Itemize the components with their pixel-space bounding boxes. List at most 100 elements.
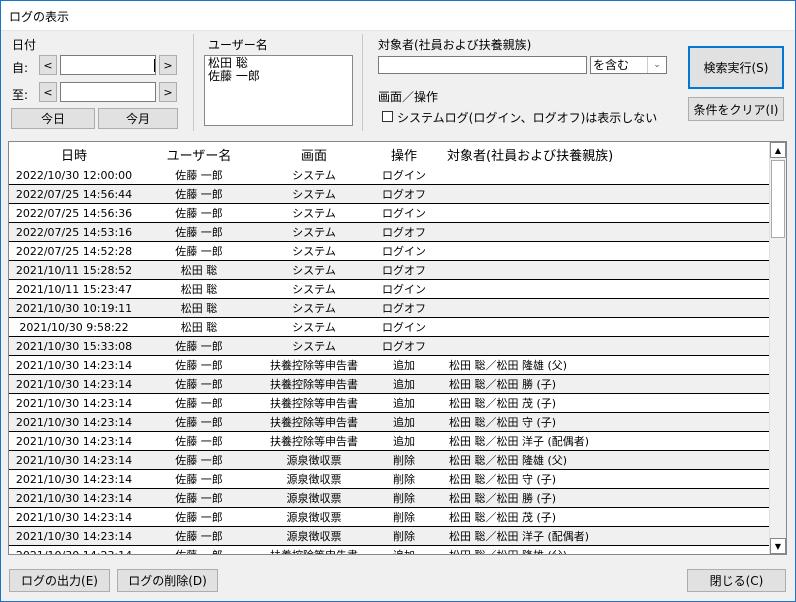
cell-screen: 扶養控除等申告書 <box>259 547 369 554</box>
cell-datetime: 2022/10/30 12:00:00 <box>15 168 133 182</box>
close-button[interactable]: 閉じる(C) <box>687 569 786 592</box>
window-title: ログの表示 <box>9 10 70 24</box>
cell-datetime: 2021/10/30 14:23:14 <box>15 548 133 555</box>
cell-operation: 追加 <box>393 435 415 448</box>
user-heading: ユーザー名 <box>208 38 268 52</box>
table-row[interactable]: 2021/10/30 14:23:14 佐藤 一郎 源泉徴収票 削除 松田 聡／松田 茂… <box>9 508 771 527</box>
table-row[interactable]: 2021/10/30 14:23:14佐藤 一郎扶養控除等申告書追加松田 聡／松… <box>9 432 771 451</box>
cell-screen: 扶養控除等申告書 <box>270 435 358 448</box>
date-to-input[interactable] <box>60 82 156 102</box>
cell-operation: 削除 <box>393 454 415 467</box>
cell-screen: システム <box>292 245 336 258</box>
column-header[interactable]: 日時 <box>9 145 139 164</box>
cell-screen: 源泉徴収票 <box>286 530 342 543</box>
cell-user: 松田 聡 <box>180 302 218 315</box>
cell-screen: 扶養控除等申告書 <box>270 416 358 429</box>
table-row[interactable]: 2021/10/30 15:33:08 佐藤 一郎 システム ログオフ <box>9 337 771 356</box>
scrollbar-thumb[interactable] <box>771 160 785 238</box>
cell-user: 佐藤 一郎 <box>175 245 223 258</box>
cell-operation: 追加 <box>393 397 415 410</box>
user-list-item[interactable]: 佐藤 一郎 <box>208 70 349 83</box>
date-from-prev-button[interactable]: < <box>39 55 57 75</box>
table-row[interactable]: 2021/10/30 14:23:14佐藤 一郎扶養控除等申告書追加松田 聡／松… <box>9 413 771 432</box>
cell-operation: ログオフ <box>382 302 426 315</box>
date-to-next-button[interactable]: > <box>159 82 177 102</box>
cell-user: 佐藤 一郎 <box>175 169 223 182</box>
vertical-scrollbar[interactable]: ▲ ▼ <box>769 142 786 554</box>
target-input[interactable] <box>378 56 587 74</box>
column-header[interactable]: 対象者(社員および扶養親族) <box>439 145 767 164</box>
table-row[interactable]: 2021/10/30 14:23:14 佐藤 一郎 源泉徴収票 削除 松田 聡／松田 隆… <box>9 451 771 470</box>
cell-user: 佐藤 一郎 <box>175 378 223 391</box>
user-listbox[interactable]: 松田 聡 佐藤 一郎 <box>204 55 353 126</box>
cell-datetime: 2021/10/30 14:23:14 <box>15 415 133 429</box>
cell-datetime: 2021/10/30 9:58:22 <box>19 320 129 334</box>
cell-user: 佐藤 一郎 <box>175 416 223 429</box>
table-row[interactable]: 2022/10/30 12:00:00 佐藤 一郎 システム ログイン <box>9 166 771 185</box>
system-log-checkbox-label[interactable]: システムログ(ログイン、ログオフ)は表示しない <box>397 109 657 126</box>
cell-datetime: 2021/10/30 14:23:14 <box>15 434 133 448</box>
cell-operation: 追加 <box>393 378 415 391</box>
delete-log-button[interactable]: ログの削除(D) <box>117 569 218 592</box>
cell-target: 松田 聡／松田 隆雄 (父) <box>439 547 769 554</box>
cell-user: 佐藤 一郎 <box>175 188 223 201</box>
table-row[interactable]: 2022/07/25 14:52:28 佐藤 一郎 システム ログイン <box>9 242 771 261</box>
date-to-label: 至: <box>12 88 29 102</box>
cell-datetime: 2021/10/11 15:23:47 <box>15 282 133 296</box>
table-row[interactable]: 2021/10/30 14:23:14 佐藤 一郎 源泉徴収票 削除 松田 聡／松田 洋… <box>9 527 771 546</box>
today-button[interactable]: 今日 <box>11 108 95 129</box>
table-row[interactable]: 2021/10/30 10:19:11 松田 聡 システム ログオフ <box>9 299 771 318</box>
cell-datetime: 2021/10/30 14:23:14 <box>15 510 133 524</box>
date-to-prev-button[interactable]: < <box>39 82 57 102</box>
cell-user: 佐藤 一郎 <box>175 473 223 486</box>
cell-operation: 追加 <box>369 547 439 554</box>
system-log-checkbox[interactable] <box>382 111 393 122</box>
export-log-button[interactable]: ログの出力(E) <box>9 569 110 592</box>
table-row[interactable]: 2021/10/30 14:23:14佐藤 一郎扶養控除等申告書追加松田 聡／松… <box>9 356 771 375</box>
column-header[interactable]: 画面 <box>259 145 369 164</box>
log-table[interactable]: 日時 ユーザー名 画面 操作 対象者(社員および扶養親族) 2022/10/30… <box>8 141 787 555</box>
cell-screen: システム <box>292 169 336 182</box>
column-header[interactable]: 操作 <box>369 145 439 164</box>
cell-operation: ログオフ <box>382 226 426 239</box>
cell-operation: 追加 <box>393 416 415 429</box>
chevron-down-icon[interactable]: ⌄ <box>647 57 666 73</box>
search-button[interactable]: 検索実行(S) <box>688 46 784 89</box>
table-row[interactable]: 2021/10/30 14:23:14佐藤 一郎扶養控除等申告書追加松田 聡／松… <box>9 546 771 555</box>
table-row[interactable]: 2021/10/30 9:58:22 松田 聡 システム ログイン <box>9 318 771 337</box>
table-row[interactable]: 2021/10/30 14:23:14 佐藤 一郎 源泉徴収票 削除 松田 聡／松田 勝… <box>9 489 771 508</box>
cell-target: 松田 聡／松田 隆雄 (父) <box>449 454 568 467</box>
table-row[interactable]: 2022/07/25 14:56:44 佐藤 一郎 システム ログオフ <box>9 185 771 204</box>
cell-datetime: 2021/10/30 14:23:14 <box>15 396 133 410</box>
cell-operation: ログオフ <box>382 264 426 277</box>
date-from-next-button[interactable]: > <box>159 55 177 75</box>
cell-screen: 源泉徴収票 <box>286 511 342 524</box>
scroll-down-arrow-icon[interactable]: ▼ <box>770 538 786 554</box>
table-row[interactable]: 2021/10/11 15:23:47 松田 聡 システム ログイン <box>9 280 771 299</box>
table-row[interactable]: 2022/07/25 14:56:36 佐藤 一郎 システム ログイン <box>9 204 771 223</box>
match-select[interactable]: を含む ⌄ <box>590 56 667 74</box>
table-row[interactable]: 2022/07/25 14:53:16 佐藤 一郎 システム ログオフ <box>9 223 771 242</box>
clear-conditions-button[interactable]: 条件をクリア(I) <box>688 97 784 121</box>
cell-operation: ログイン <box>382 321 426 334</box>
cell-user: 佐藤 一郎 <box>175 397 223 410</box>
cell-target: 松田 聡／松田 洋子 (配偶者) <box>449 435 590 448</box>
cell-datetime: 2021/10/30 15:33:08 <box>15 339 133 353</box>
cell-user: 佐藤 一郎 <box>175 359 223 372</box>
scroll-up-arrow-icon[interactable]: ▲ <box>770 142 786 158</box>
table-row[interactable]: 2021/10/30 14:23:14佐藤 一郎扶養控除等申告書追加松田 聡／松… <box>9 375 771 394</box>
cell-user: 佐藤 一郎 <box>175 226 223 239</box>
separator <box>193 34 194 131</box>
cell-screen: 扶養控除等申告書 <box>270 378 358 391</box>
cell-screen: 源泉徴収票 <box>286 473 342 486</box>
cell-datetime: 2021/10/11 15:28:52 <box>15 263 133 277</box>
cell-user: 松田 聡 <box>180 264 218 277</box>
table-row[interactable]: 2021/10/11 15:28:52 松田 聡 システム ログオフ <box>9 261 771 280</box>
table-row[interactable]: 2021/10/30 14:23:14 佐藤 一郎 扶養控除等申告書 追加 松田 聡／松… <box>9 394 771 413</box>
this-month-button[interactable]: 今月 <box>98 108 178 129</box>
date-from-input[interactable] <box>60 55 156 75</box>
column-header[interactable]: ユーザー名 <box>139 145 259 164</box>
cell-screen: 扶養控除等申告書 <box>270 397 358 410</box>
table-row[interactable]: 2021/10/30 14:23:14 佐藤 一郎 源泉徴収票 削除 松田 聡／松田 守… <box>9 470 771 489</box>
cell-target: 松田 聡／松田 茂 (子) <box>449 397 557 410</box>
